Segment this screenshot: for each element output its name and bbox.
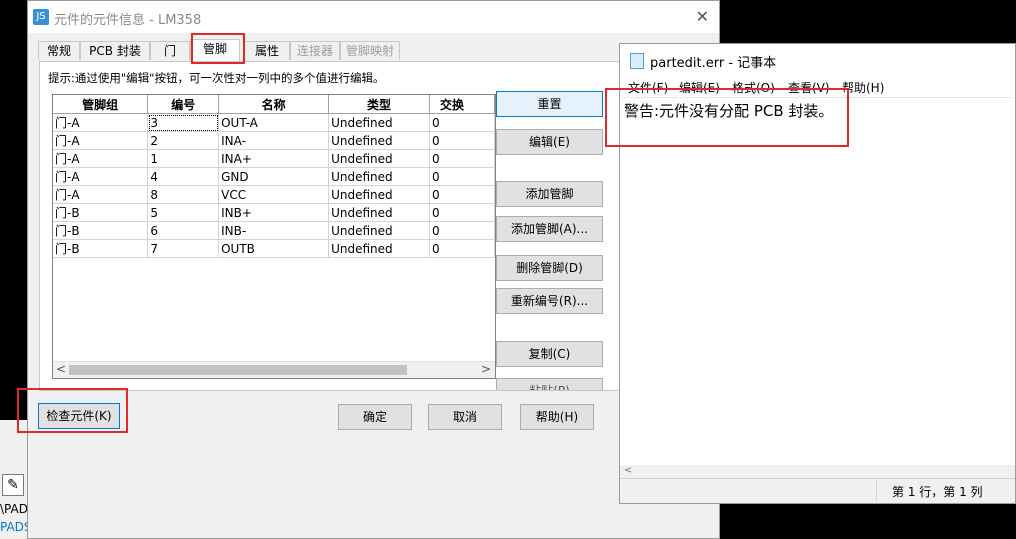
notepad-titlebar: partedit.err - 记事本	[620, 44, 1015, 76]
horizontal-scrollbar[interactable]: < >	[53, 361, 495, 378]
pins-grid[interactable]: 管脚组 编号 名称 类型 交换 门-A 3 OUT-A Undefined 0 门-A 2 I…	[52, 94, 496, 379]
delete-pin-button[interactable]: 删除管脚(D)	[496, 255, 603, 281]
cell-number[interactable]: 5	[147, 203, 220, 222]
cell-type[interactable]: Undefined	[328, 149, 430, 168]
cell-pin-group[interactable]: 门-A	[53, 185, 149, 204]
cell-type[interactable]: Undefined	[328, 113, 430, 132]
cell-pin-group[interactable]: 门-A	[53, 149, 149, 168]
cell-number[interactable]: 3	[147, 113, 220, 132]
pins-panel: 提示:通过使用"编辑"按钮，可一次性对一列中的多个值进行编辑。 管脚组 编号 名…	[39, 61, 636, 391]
cell-name[interactable]: INB+	[218, 203, 330, 222]
highlight-warning-text	[605, 88, 849, 147]
cell-number[interactable]: 2	[147, 131, 220, 150]
cursor-position: 第 1 行，第 1 列	[892, 485, 983, 499]
table-row[interactable]: 门-B 7 OUTB Undefined 0	[53, 239, 495, 258]
col-type[interactable]: 类型	[328, 95, 430, 114]
tab-general[interactable]: 常规	[38, 41, 80, 60]
notepad-title: partedit.err - 记事本	[650, 56, 777, 71]
cell-type[interactable]: Undefined	[328, 131, 430, 150]
cell-number[interactable]: 4	[147, 167, 220, 186]
reset-button[interactable]: 重置	[496, 91, 603, 117]
cell-swap[interactable]: 0	[429, 239, 495, 258]
cell-number[interactable]: 6	[147, 221, 220, 240]
notepad-hscroll[interactable]: <	[620, 465, 1015, 479]
cell-type[interactable]: Undefined	[328, 221, 430, 240]
highlight-pins-tab	[191, 33, 245, 64]
cell-name[interactable]: VCC	[218, 185, 330, 204]
table-row[interactable]: 门-A 3 OUT-A Undefined 0	[53, 113, 495, 132]
tab-pin-mapping: 管脚映射	[340, 41, 400, 60]
col-swap[interactable]: 交换	[429, 95, 495, 114]
paste-button-clip: 粘贴(P)	[496, 378, 603, 390]
table-row[interactable]: 门-B 6 INB- Undefined 0	[53, 221, 495, 240]
col-number[interactable]: 编号	[147, 95, 220, 114]
highlight-check-button	[17, 388, 128, 433]
dialog-titlebar: JS 元件的元件信息 - LM358 ✕	[28, 1, 719, 33]
background-path-text: \PAD	[0, 502, 28, 516]
cell-pin-group[interactable]: 门-A	[53, 113, 149, 132]
add-pins-button[interactable]: 添加管脚(A)...	[496, 216, 603, 242]
col-pin-group[interactable]: 管脚组	[53, 95, 149, 114]
cell-swap[interactable]: 0	[429, 131, 495, 150]
ok-button[interactable]: 确定	[338, 404, 412, 430]
scroll-left-icon[interactable]: <	[56, 362, 66, 376]
renumber-button[interactable]: 重新编号(R)...	[496, 288, 603, 314]
scroll-thumb[interactable]	[69, 365, 407, 375]
table-row[interactable]: 门-A 4 GND Undefined 0	[53, 167, 495, 186]
cell-name[interactable]: OUTB	[218, 239, 330, 258]
table-row[interactable]: 门-A 1 INA+ Undefined 0	[53, 149, 495, 168]
cell-swap[interactable]: 0	[429, 149, 495, 168]
cell-name[interactable]: INA-	[218, 131, 330, 150]
pins-table: 管脚组 编号 名称 类型 交换 门-A 3 OUT-A Undefined 0 门-A 2 I…	[53, 95, 495, 258]
tab-pcb-decal[interactable]: PCB 封装	[80, 41, 150, 60]
cancel-button[interactable]: 取消	[428, 404, 502, 430]
dialog-title: 元件的元件信息 - LM358	[54, 13, 202, 28]
copy-button[interactable]: 复制(C)	[496, 341, 603, 367]
cell-number[interactable]: 7	[147, 239, 220, 258]
scroll-left-icon[interactable]: <	[624, 465, 632, 476]
cell-pin-group[interactable]: 门-A	[53, 131, 149, 150]
part-info-dialog: JS 元件的元件信息 - LM358 ✕ 常规 PCB 封装 门 管脚 属性 连…	[27, 0, 720, 539]
app-icon: JS	[33, 9, 49, 25]
table-row[interactable]: 门-B 5 INB+ Undefined 0	[53, 203, 495, 222]
tab-attributes[interactable]: 属性	[244, 41, 290, 60]
add-pin-button[interactable]: 添加管脚	[496, 181, 603, 207]
cell-type[interactable]: Undefined	[328, 239, 430, 258]
close-icon[interactable]: ✕	[696, 7, 709, 26]
edit-button[interactable]: 编辑(E)	[496, 129, 603, 155]
table-row[interactable]: 门-A 8 VCC Undefined 0	[53, 185, 495, 204]
hint-text: 提示:通过使用"编辑"按钮，可一次性对一列中的多个值进行编辑。	[48, 71, 385, 85]
cell-type[interactable]: Undefined	[328, 185, 430, 204]
notepad-text-area[interactable]: 警告:元件没有分配 PCB 封装。	[622, 97, 1012, 468]
cell-pin-group[interactable]: 门-A	[53, 167, 149, 186]
cell-number[interactable]: 1	[147, 149, 220, 168]
cell-name[interactable]: INB-	[218, 221, 330, 240]
cell-pin-group[interactable]: 门-B	[53, 203, 149, 222]
cell-type[interactable]: Undefined	[328, 167, 430, 186]
cell-swap[interactable]: 0	[429, 185, 495, 204]
cell-name[interactable]: GND	[218, 167, 330, 186]
table-row[interactable]: 门-A 2 INA- Undefined 0	[53, 131, 495, 150]
cell-swap[interactable]: 0	[429, 113, 495, 132]
status-divider	[876, 481, 877, 501]
cell-name[interactable]: INA+	[218, 149, 330, 168]
cell-pin-group[interactable]: 门-B	[53, 239, 149, 258]
tab-connector: 连接器	[290, 41, 340, 60]
scroll-right-icon[interactable]: >	[481, 362, 491, 376]
cell-pin-group[interactable]: 门-B	[53, 221, 149, 240]
cell-number[interactable]: 8	[147, 185, 220, 204]
cell-swap[interactable]: 0	[429, 167, 495, 186]
col-name[interactable]: 名称	[218, 95, 330, 114]
pencil-icon[interactable]: ✎	[2, 474, 24, 496]
help-button[interactable]: 帮助(H)	[520, 404, 594, 430]
tab-gates[interactable]: 门	[150, 41, 190, 60]
cell-type[interactable]: Undefined	[328, 203, 430, 222]
cell-name[interactable]: OUT-A	[218, 113, 330, 132]
cell-swap[interactable]: 0	[429, 203, 495, 222]
cell-swap[interactable]: 0	[429, 221, 495, 240]
paste-button[interactable]: 粘贴(P)	[496, 378, 603, 390]
notepad-statusbar: 第 1 行，第 1 列	[620, 478, 1015, 503]
notepad-icon	[630, 53, 644, 69]
